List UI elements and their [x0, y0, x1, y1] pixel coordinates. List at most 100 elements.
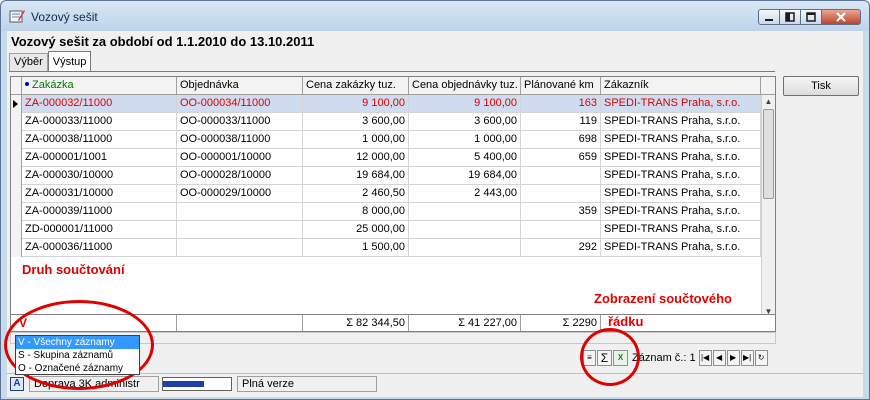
table-row[interactable]: ZA-000030/10000 OO-000028/10000 19 684,00 1…	[11, 167, 761, 185]
cell-objednavka: OO-000033/11000	[177, 113, 303, 131]
status-bar: A Doprava 3K administr Plná verze	[7, 373, 863, 393]
cell-zakazka: ZA-000036/11000	[22, 239, 177, 257]
table-row[interactable]: ZA-000033/11000 OO-000033/11000 3 600,00 3 …	[11, 113, 761, 131]
sum-type-option-marked[interactable]: O - Označené záznamy	[16, 362, 139, 375]
sum-type-dropdown: V - Všechny záznamy S - Skupina záznamů …	[15, 335, 140, 375]
orders-grid: Zakázka Objednávka Cena zakázky tuz. Cen…	[10, 76, 776, 320]
column-header-zakazka[interactable]: Zakázka	[22, 77, 177, 95]
cell-objednavka	[177, 203, 303, 221]
row-indicator[interactable]	[11, 221, 22, 239]
client-area: Vozový sešit za období od 1.1.2010 do 13…	[7, 31, 863, 397]
status-version: Plná verze	[237, 376, 377, 392]
row-indicator[interactable]	[11, 95, 22, 113]
title-bar: Vozový sešit	[1, 1, 869, 31]
cell-cena-objednavky: 9 100,00	[409, 95, 521, 113]
cell-zakazka: ZA-000032/11000	[22, 95, 177, 113]
annotation-sum-row-line1: Zobrazení součtového	[594, 291, 732, 306]
main-window: Vozový sešit Vozový sešit za období od 1…	[0, 0, 870, 400]
cell-cena-objednavky	[409, 203, 521, 221]
maximize-button[interactable]	[800, 9, 822, 25]
cell-planovane-km	[521, 167, 601, 185]
cell-zakazka: ZA-000030/10000	[22, 167, 177, 185]
scroll-up-icon[interactable]: ▲	[762, 95, 775, 109]
annotation-sum-type: Druh součtování	[22, 262, 125, 277]
status-progress	[162, 377, 232, 391]
cell-cena-zakazky: 9 100,00	[303, 95, 409, 113]
current-row-arrow-icon	[13, 100, 18, 108]
cell-zakazka: ZA-000001/1001	[22, 149, 177, 167]
column-header-planovane-km[interactable]: Plánované km	[521, 77, 601, 95]
cell-cena-zakazky: 1 500,00	[303, 239, 409, 257]
cell-objednavka: OO-000001/10000	[177, 149, 303, 167]
split-button[interactable]	[779, 9, 801, 25]
cell-zakaznik: SPEDI-TRANS Praha, s.r.o.	[601, 221, 761, 239]
table-row[interactable]: ZA-000038/11000 OO-000038/11000 1 000,00 1 …	[11, 131, 761, 149]
window-controls	[758, 9, 861, 25]
cell-cena-zakazky: 25 000,00	[303, 221, 409, 239]
record-number: Záznam č.: 1	[632, 352, 696, 364]
cell-cena-zakazky: 8 000,00	[303, 203, 409, 221]
cell-cena-objednavky: 3 600,00	[409, 113, 521, 131]
sum-cena-zakazky: Σ 82 344,50	[303, 315, 409, 331]
cell-cena-zakazky: 19 684,00	[303, 167, 409, 185]
tab-vystup[interactable]: Výstup	[47, 51, 92, 72]
cell-planovane-km: 659	[521, 149, 601, 167]
cell-cena-objednavky: 5 400,00	[409, 149, 521, 167]
cell-cena-zakazky: 3 600,00	[303, 113, 409, 131]
cell-objednavka: OO-000028/10000	[177, 167, 303, 185]
prev-record-button[interactable]: ◀	[712, 350, 726, 366]
cell-cena-objednavky	[409, 221, 521, 239]
column-header-zakaznik[interactable]: Zákazník	[601, 77, 761, 95]
row-indicator[interactable]	[11, 113, 22, 131]
row-indicator[interactable]	[11, 239, 22, 257]
cell-cena-objednavky	[409, 239, 521, 257]
split-icon	[785, 12, 795, 22]
cell-cena-zakazky: 12 000,00	[303, 149, 409, 167]
row-indicator[interactable]	[11, 203, 22, 221]
last-record-button[interactable]: ▶|	[740, 350, 754, 366]
scroll-thumb[interactable]	[763, 109, 774, 199]
table-row[interactable]: ZA-000032/11000 OO-000034/11000 9 100,00 9 …	[11, 95, 761, 113]
column-header-objednavka[interactable]: Objednávka	[177, 77, 303, 95]
tab-strip: Výběr Výstup	[9, 51, 92, 72]
sum-cena-objednavky: Σ 41 227,00	[409, 315, 521, 331]
cell-zakazka: ZA-000033/11000	[22, 113, 177, 131]
print-button[interactable]: Tisk	[783, 76, 859, 96]
sum-type-option-all[interactable]: V - Všechny záznamy	[16, 336, 139, 349]
status-badge: A	[10, 377, 24, 391]
sum-type-option-group[interactable]: S - Skupina záznamů	[16, 349, 139, 362]
grid-header: Zakázka Objednávka Cena zakázky tuz. Cen…	[11, 77, 775, 95]
table-row[interactable]: ZA-000039/11000 8 000,00 359 SPEDI-TRANS Pr…	[11, 203, 761, 221]
column-header-cena-objednavky[interactable]: Cena objednávky tuz.	[409, 77, 521, 95]
cell-zakazka: ZD-000001/11000	[22, 221, 177, 239]
header-indicator	[11, 77, 22, 95]
refresh-button[interactable]: ↻	[754, 350, 768, 366]
cell-cena-zakazky: 2 460,50	[303, 185, 409, 203]
cell-cena-objednavky: 19 684,00	[409, 167, 521, 185]
vertical-scrollbar[interactable]: ▲ ▼	[761, 95, 775, 319]
annotation-circle-sum-button	[580, 328, 640, 386]
first-record-button[interactable]: |◀	[698, 350, 712, 366]
tab-vyber[interactable]: Výběr	[9, 53, 48, 71]
table-row[interactable]: ZA-000031/10000 OO-000029/10000 2 460,50 2 …	[11, 185, 761, 203]
sum-cell-empty	[177, 315, 303, 331]
column-header-cena-zakazky[interactable]: Cena zakázky tuz.	[303, 77, 409, 95]
table-row[interactable]: ZA-000036/11000 1 500,00 292 SPEDI-TRANS Pr…	[11, 239, 761, 257]
cell-objednavka	[177, 221, 303, 239]
cell-zakaznik: SPEDI-TRANS Praha, s.r.o.	[601, 203, 761, 221]
row-indicator[interactable]	[11, 149, 22, 167]
close-button[interactable]	[821, 9, 861, 25]
cell-planovane-km: 698	[521, 131, 601, 149]
table-row[interactable]: ZD-000001/11000 25 000,00 SPEDI-TRANS Prah…	[11, 221, 761, 239]
cell-objednavka: OO-000038/11000	[177, 131, 303, 149]
cell-objednavka: OO-000029/10000	[177, 185, 303, 203]
cell-objednavka: OO-000034/11000	[177, 95, 303, 113]
progress-fill	[163, 381, 204, 387]
next-record-button[interactable]: ▶	[726, 350, 740, 366]
minimize-button[interactable]	[758, 9, 780, 25]
row-indicator[interactable]	[11, 185, 22, 203]
row-indicator[interactable]	[11, 167, 22, 185]
table-row[interactable]: ZA-000001/1001 OO-000001/10000 12 000,00 5 …	[11, 149, 761, 167]
tab-divider	[9, 71, 775, 72]
row-indicator[interactable]	[11, 131, 22, 149]
